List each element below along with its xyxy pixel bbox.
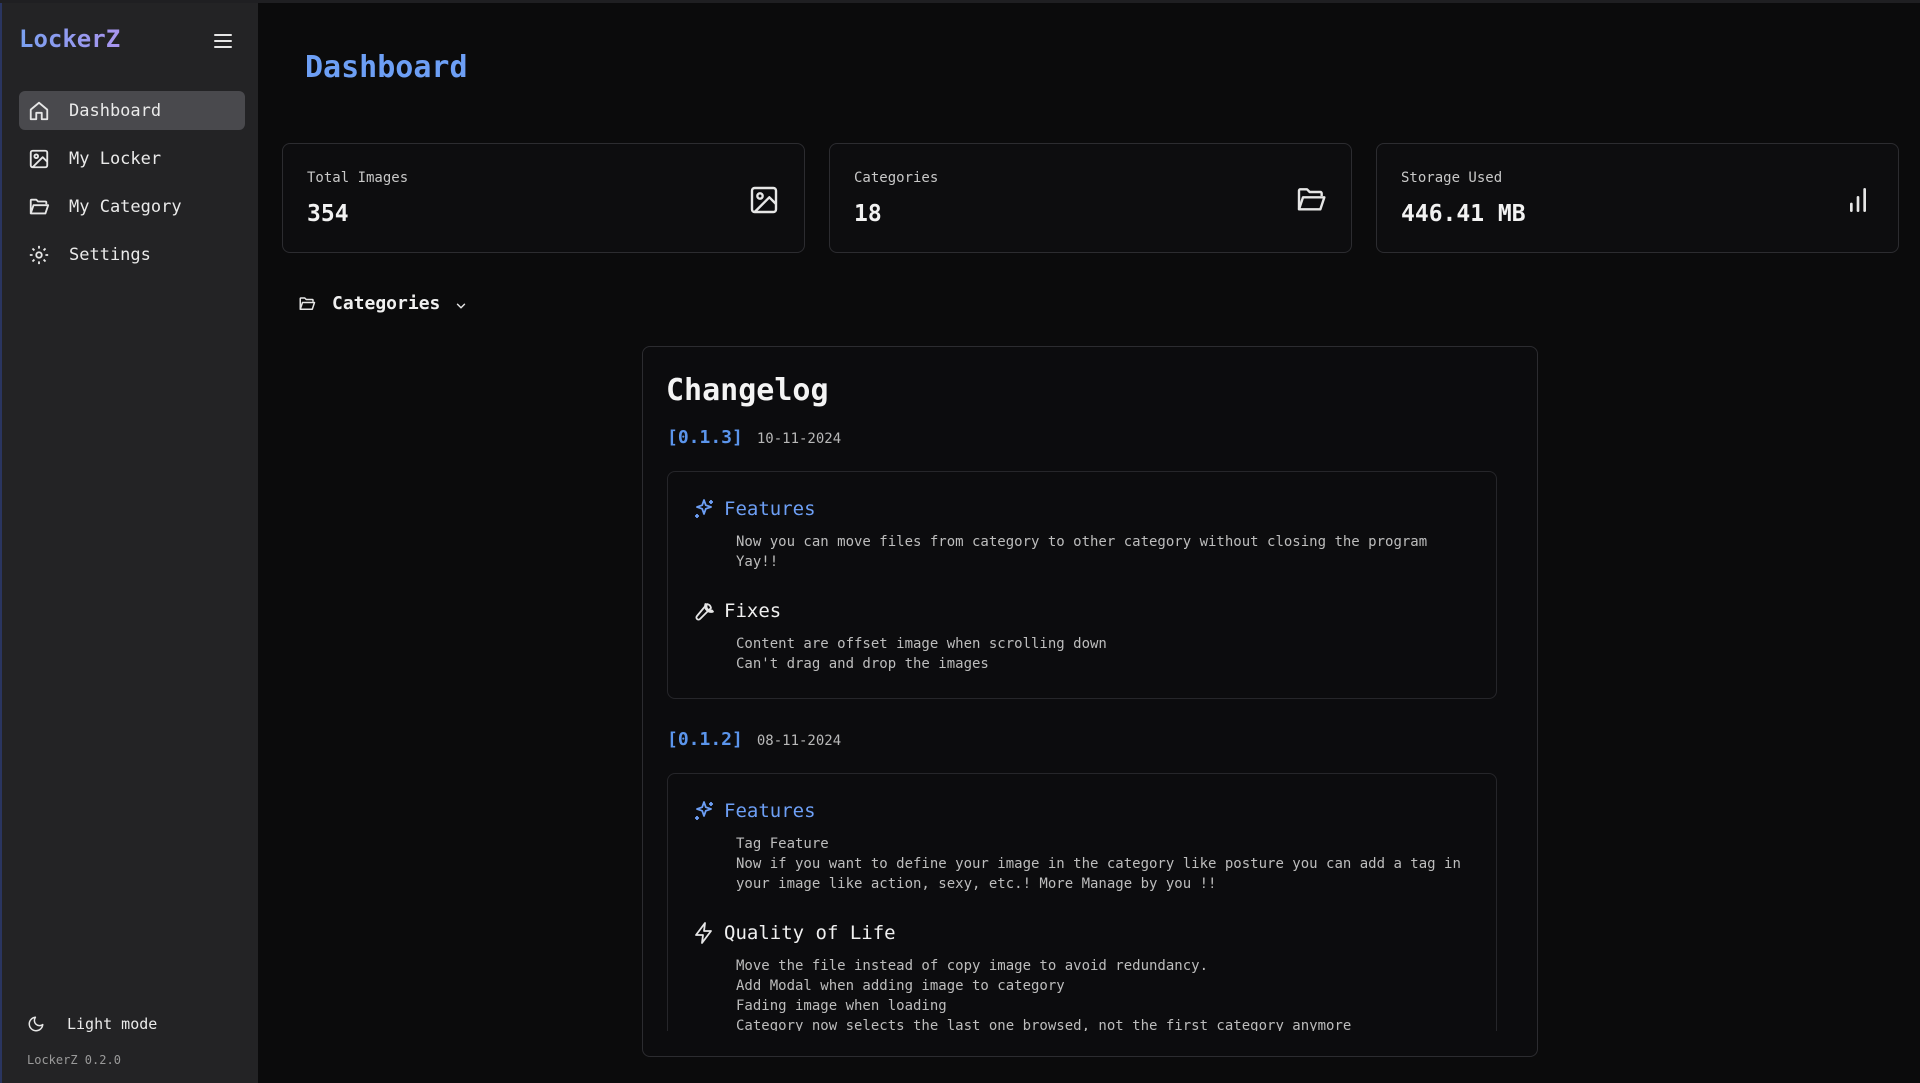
changelog-line: Now if you want to define your image in … [736,856,1461,872]
sidebar-item-label: My Locker [69,148,162,169]
sidebar-item-label: My Category [69,196,182,217]
changelog-line: Add Modal when adding image to category [736,978,1065,994]
sidebar-item-label: Settings [69,244,151,265]
changelog-version: [0.1.3] 10-11-2024 Features Now you can … [667,427,1537,699]
gear-icon [27,243,51,267]
sidebar-nav: Dashboard My Locker My Category Settings [19,91,245,283]
changelog-version: [0.1.2] 08-11-2024 Features Tag Feature … [667,729,1537,1031]
image-icon [748,184,780,216]
bar-chart-icon [1842,184,1874,216]
section-title: Quality of Life [724,922,896,944]
stat-value: 354 [307,201,349,227]
stat-label: Categories [854,170,939,186]
page-title: Dashboard [305,50,468,85]
main-content: Dashboard Total Images 354 Categories 18… [258,3,1920,1083]
stat-label: Storage Used [1401,170,1503,186]
section-title: Features [724,800,816,822]
version-header: [0.1.3] 10-11-2024 [667,427,1537,453]
sparkles-icon [692,497,716,521]
zap-icon [692,921,716,945]
changelog-line: Category now selects the last one browse… [736,1018,1352,1031]
stat-card-total-images: Total Images 354 [282,143,805,253]
folder-open-icon [1295,184,1327,216]
sidebar: LockerZ Dashboard My Locker My Category … [0,3,258,1083]
version-header: [0.1.2] 08-11-2024 [667,729,1537,755]
section-title: Features [724,498,816,520]
stat-label: Total Images [307,170,409,186]
moon-icon [27,1015,45,1033]
sidebar-item-dashboard[interactable]: Dashboard [19,91,245,130]
folder-open-icon [27,195,51,219]
folder-open-icon [298,295,316,313]
stat-value: 18 [854,201,882,227]
section-title: Fixes [724,600,782,622]
changelog-title: Changelog [666,373,829,408]
changelog-line: Content are offset image when scrolling … [736,636,1107,652]
stat-card-categories: Categories 18 [829,143,1352,253]
categories-toggle-label: Categories [332,293,441,314]
app-version: LockerZ 0.2.0 [27,1053,121,1067]
changelog-section-features: Features Now you can move files from cat… [692,496,1472,572]
changelog-line: Move the file instead of copy image to a… [736,958,1209,974]
version-number: [0.1.3] [667,427,743,448]
light-mode-toggle[interactable]: Light mode [27,1015,157,1033]
hamburger-menu-icon[interactable] [210,29,236,53]
changelog-line: your image like action, sexy, etc.! More… [736,876,1217,892]
changelog-panel: Changelog [0.1.3] 10-11-2024 Features No… [642,346,1538,1057]
changelog-section-quality-of-life: Quality of Life Move the file instead of… [692,920,1472,1031]
sparkles-icon [692,799,716,823]
stat-value: 446.41 MB [1401,201,1526,227]
changelog-scroll-area[interactable]: [0.1.3] 10-11-2024 Features Now you can … [643,427,1537,1031]
light-mode-label: Light mode [67,1015,158,1033]
stat-card-storage-used: Storage Used 446.41 MB [1376,143,1899,253]
changelog-line: Can't drag and drop the images [736,656,989,672]
image-icon [27,147,51,171]
version-date: 10-11-2024 [756,431,842,447]
home-icon [27,99,51,123]
categories-toggle[interactable]: Categories [298,293,468,314]
sidebar-item-my-category[interactable]: My Category [19,187,245,226]
app-window: LockerZ Dashboard My Locker My Category … [0,0,1920,1083]
brand-logo[interactable]: LockerZ [19,25,120,53]
version-details: Features Now you can move files from cat… [667,471,1497,699]
changelog-line: Fading image when loading [736,998,947,1014]
changelog-line: Now you can move files from category to … [736,534,1436,570]
chevron-down-icon [454,297,468,311]
changelog-line: Tag Feature [736,836,829,852]
changelog-section-fixes: Fixes Content are offset image when scro… [692,598,1472,674]
sidebar-item-settings[interactable]: Settings [19,235,245,274]
sidebar-item-label: Dashboard [69,100,162,121]
version-number: [0.1.2] [667,729,743,750]
version-details: Features Tag Feature Now if you want to … [667,773,1497,1031]
changelog-section-features: Features Tag Feature Now if you want to … [692,798,1472,894]
sidebar-item-my-locker[interactable]: My Locker [19,139,245,178]
wrench-icon [692,599,716,623]
version-date: 08-11-2024 [756,733,842,749]
